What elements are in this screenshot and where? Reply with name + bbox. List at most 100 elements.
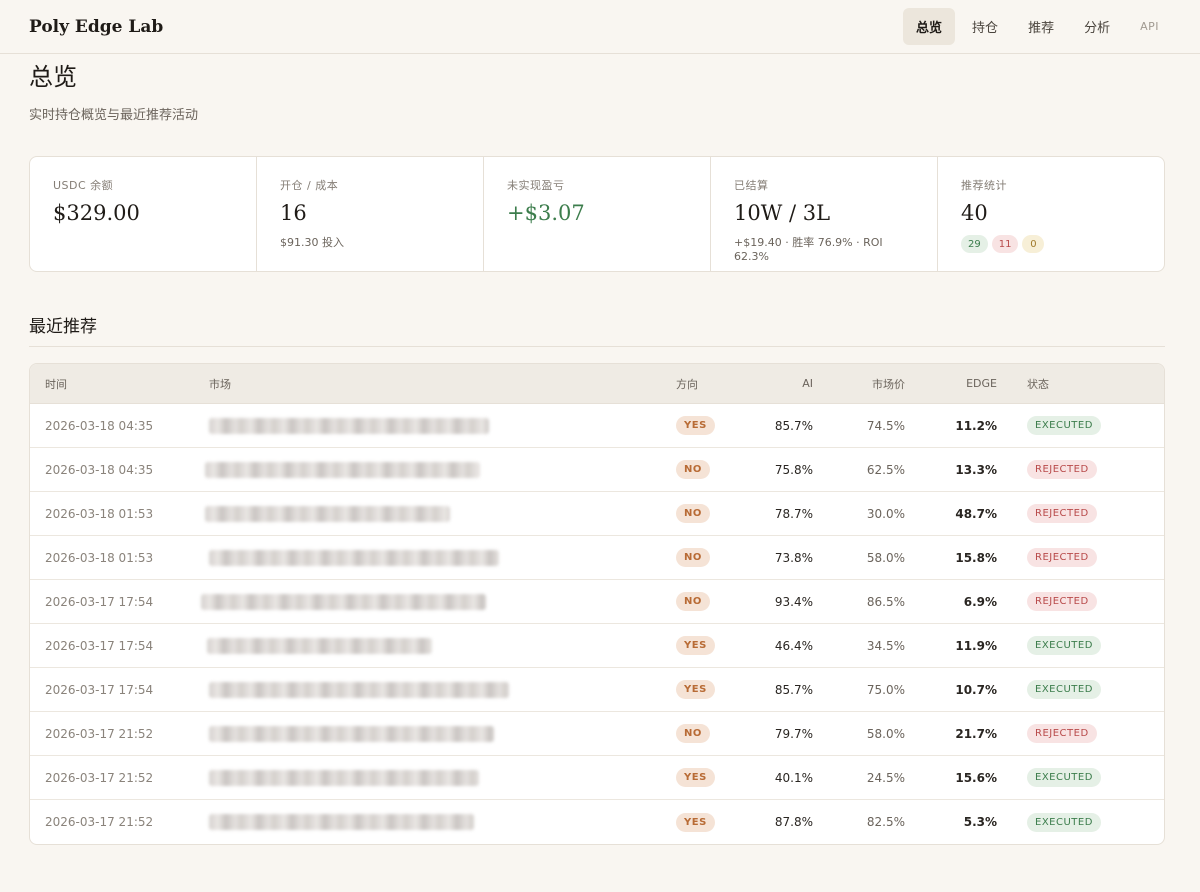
cell-edge: 6.9% bbox=[963, 594, 997, 609]
brand-logo[interactable]: Poly Edge Lab bbox=[29, 17, 163, 37]
stat-settled: 已结算 10W / 3L +$19.40 · 胜率 76.9% · ROI 62… bbox=[711, 157, 938, 271]
nav-item-recommendations[interactable]: 推荐 bbox=[1015, 8, 1067, 45]
top-bar: Poly Edge Lab 总览 持仓 推荐 分析 API bbox=[0, 0, 1200, 54]
cell-market[interactable] bbox=[194, 756, 661, 799]
direction-badge: NO bbox=[676, 504, 710, 523]
cell-market[interactable] bbox=[194, 712, 661, 755]
status-badge: EXECUTED bbox=[1027, 416, 1101, 435]
column-header-edge[interactable]: EDGE bbox=[905, 377, 997, 390]
cell-ai: 46.4% bbox=[774, 638, 813, 653]
cell-market[interactable] bbox=[194, 492, 661, 535]
table-header: 时间 市场 方向 AI 市场价 EDGE 状态 bbox=[30, 364, 1164, 404]
executed-count-badge: 29 bbox=[961, 235, 988, 253]
direction-badge: NO bbox=[676, 548, 710, 567]
cell-market[interactable] bbox=[194, 800, 661, 844]
cell-ai: 73.8% bbox=[774, 550, 813, 565]
cell-market[interactable] bbox=[194, 668, 661, 711]
table-row[interactable]: 2026-03-18 04:35 YES 85.7% 74.5% 11.2% EXECUT… bbox=[30, 404, 1164, 448]
cell-ai: 75.8% bbox=[774, 462, 813, 477]
redacted-market-name bbox=[209, 769, 479, 786]
cell-time: 2026-03-17 21:52 bbox=[45, 770, 154, 785]
cell-direction: YES bbox=[661, 812, 741, 832]
cell-market[interactable] bbox=[194, 536, 661, 579]
table-row[interactable]: 2026-03-18 01:53 NO 78.7% 30.0% 48.7% REJECTE… bbox=[30, 492, 1164, 536]
cell-market[interactable] bbox=[194, 624, 661, 667]
redacted-market-name bbox=[205, 461, 480, 478]
nav-item-positions[interactable]: 持仓 bbox=[959, 8, 1011, 45]
cell-market[interactable] bbox=[194, 580, 661, 623]
stat-usdc-balance: USDC 余额 $329.00 bbox=[30, 157, 257, 271]
main-nav: 总览 持仓 推荐 分析 API bbox=[903, 8, 1172, 45]
column-header-status[interactable]: 状态 bbox=[997, 376, 1049, 392]
status-badge: REJECTED bbox=[1027, 504, 1097, 523]
table-row[interactable]: 2026-03-17 21:52 YES 87.8% 82.5% 5.3% EXECUTE… bbox=[30, 800, 1164, 844]
stat-label: 推荐统计 bbox=[961, 179, 1007, 192]
status-badge: REJECTED bbox=[1027, 460, 1097, 479]
redacted-market-name bbox=[205, 505, 450, 522]
stat-value: +$3.07 bbox=[507, 201, 585, 225]
stat-unrealized-pnl: 未实现盈亏 +$3.07 bbox=[484, 157, 711, 271]
table-row[interactable]: 2026-03-17 21:52 NO 79.7% 58.0% 21.7% REJECTE… bbox=[30, 712, 1164, 756]
table-body: 2026-03-18 04:35 YES 85.7% 74.5% 11.2% EXECUT… bbox=[30, 404, 1164, 844]
cell-time: 2026-03-17 21:52 bbox=[45, 726, 154, 741]
table-row[interactable]: 2026-03-17 17:54 YES 85.7% 75.0% 10.7% EXECUT… bbox=[30, 668, 1164, 712]
cell-ai: 87.8% bbox=[774, 815, 813, 829]
direction-badge: NO bbox=[676, 460, 710, 479]
direction-badge: YES bbox=[676, 636, 715, 655]
column-header-ai[interactable]: AI bbox=[741, 377, 813, 390]
cell-ai: 79.7% bbox=[774, 726, 813, 741]
direction-badge: YES bbox=[676, 680, 715, 699]
table-row[interactable]: 2026-03-17 17:54 NO 93.4% 86.5% 6.9% REJECTED bbox=[30, 580, 1164, 624]
stat-recommendation-stats: 推荐统计 40 29 11 0 bbox=[938, 157, 1164, 271]
nav-item-api[interactable]: API bbox=[1127, 11, 1172, 42]
status-badge: REJECTED bbox=[1027, 548, 1097, 567]
recommendations-table: 时间 市场 方向 AI 市场价 EDGE 状态 2026-03-18 04:35… bbox=[29, 363, 1165, 845]
cell-market[interactable] bbox=[194, 404, 661, 447]
cell-market-price: 75.0% bbox=[866, 682, 905, 697]
stat-label: 未实现盈亏 bbox=[507, 179, 565, 192]
cell-direction: NO bbox=[661, 592, 741, 611]
redacted-market-name bbox=[209, 549, 499, 566]
cell-direction: NO bbox=[661, 548, 741, 567]
cell-market-price: 34.5% bbox=[866, 638, 905, 653]
cell-status: REJECTED bbox=[997, 548, 1097, 567]
cell-market[interactable] bbox=[194, 448, 661, 491]
pending-count-badge: 0 bbox=[1022, 235, 1045, 253]
cell-market-price: 82.5% bbox=[866, 815, 905, 829]
cell-market-price: 62.5% bbox=[866, 462, 905, 477]
cell-edge: 5.3% bbox=[963, 815, 997, 829]
cell-market-price: 86.5% bbox=[866, 594, 905, 609]
cell-market-price: 58.0% bbox=[866, 726, 905, 741]
status-badge: EXECUTED bbox=[1027, 812, 1101, 832]
cell-edge: 48.7% bbox=[955, 506, 997, 521]
column-header-time[interactable]: 时间 bbox=[30, 376, 194, 392]
nav-item-overview[interactable]: 总览 bbox=[903, 8, 956, 45]
cell-direction: YES bbox=[661, 416, 741, 435]
cell-status: EXECUTED bbox=[997, 680, 1101, 699]
stat-value: 40 bbox=[961, 201, 988, 225]
cell-status: REJECTED bbox=[997, 504, 1097, 523]
cell-direction: NO bbox=[661, 724, 741, 743]
cell-status: EXECUTED bbox=[997, 636, 1101, 655]
table-row[interactable]: 2026-03-17 17:54 YES 46.4% 34.5% 11.9% EXECUT… bbox=[30, 624, 1164, 668]
table-row[interactable]: 2026-03-18 04:35 NO 75.8% 62.5% 13.3% REJECTE… bbox=[30, 448, 1164, 492]
cell-direction: NO bbox=[661, 504, 741, 523]
cell-market-price: 74.5% bbox=[866, 418, 905, 433]
column-header-direction[interactable]: 方向 bbox=[661, 376, 741, 392]
redacted-market-name bbox=[209, 681, 509, 698]
column-header-market[interactable]: 市场 bbox=[194, 364, 661, 403]
cell-ai: 85.7% bbox=[774, 418, 813, 433]
status-badge: REJECTED bbox=[1027, 724, 1097, 743]
nav-item-analysis[interactable]: 分析 bbox=[1071, 8, 1123, 45]
cell-direction: NO bbox=[661, 460, 741, 479]
status-badge: REJECTED bbox=[1027, 592, 1097, 611]
cell-direction: YES bbox=[661, 768, 741, 787]
stat-pills: 29 11 0 bbox=[961, 235, 1141, 253]
cell-edge: 21.7% bbox=[955, 726, 997, 741]
cell-time: 2026-03-17 21:52 bbox=[45, 815, 154, 829]
table-row[interactable]: 2026-03-18 01:53 NO 73.8% 58.0% 15.8% REJECTE… bbox=[30, 536, 1164, 580]
redacted-market-name bbox=[201, 593, 486, 610]
column-header-market-price[interactable]: 市场价 bbox=[813, 376, 905, 392]
table-row[interactable]: 2026-03-17 21:52 YES 40.1% 24.5% 15.6% EXECUT… bbox=[30, 756, 1164, 800]
status-badge: EXECUTED bbox=[1027, 768, 1101, 787]
